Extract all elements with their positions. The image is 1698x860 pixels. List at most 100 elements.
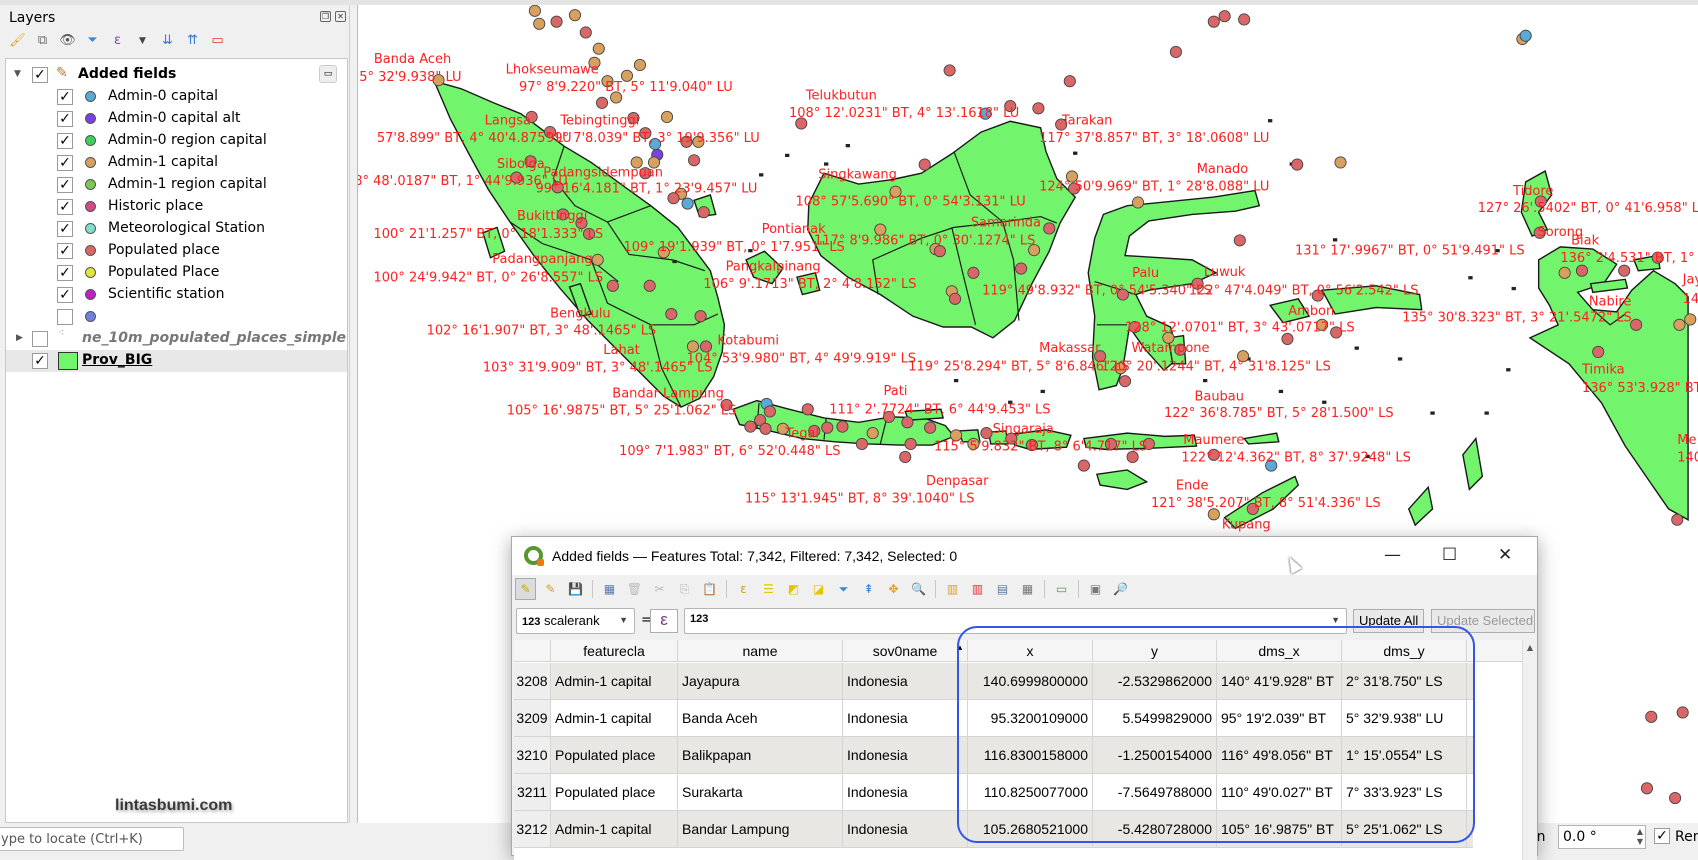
place-point[interactable] xyxy=(901,416,914,429)
cell-sov0name[interactable]: Indonesia xyxy=(843,774,968,810)
place-point[interactable] xyxy=(1238,13,1251,26)
place-point[interactable] xyxy=(699,340,713,353)
field-select[interactable]: 123 scalerank ▼ xyxy=(516,608,635,634)
toggle-editing-icon[interactable]: ✎ xyxy=(515,578,536,600)
expression-button[interactable]: ε xyxy=(650,609,678,633)
legend-item[interactable]: ✓ Populated Place xyxy=(6,262,347,284)
place-point[interactable] xyxy=(1669,791,1682,805)
place-point[interactable] xyxy=(579,26,592,39)
conditional-formatting-icon[interactable]: ▦ xyxy=(1017,578,1038,600)
legend-item[interactable]: ✓ Admin-0 capital xyxy=(6,86,347,108)
float-panel-icon[interactable]: ❐ xyxy=(320,11,331,22)
place-point[interactable] xyxy=(568,9,582,22)
actions-icon[interactable]: ▣ xyxy=(1085,578,1106,600)
row-number[interactable]: 3208 xyxy=(514,663,551,699)
place-point[interactable] xyxy=(1671,513,1684,526)
legend-item[interactable]: ✓ Historic place xyxy=(6,196,347,218)
minimize-button[interactable]: — xyxy=(1384,545,1401,565)
place-point[interactable] xyxy=(855,437,868,451)
legend-checkbox[interactable]: ✓ xyxy=(57,111,73,127)
place-point[interactable] xyxy=(1043,222,1056,235)
select-by-expression-icon[interactable]: ε xyxy=(733,578,754,600)
place-point[interactable] xyxy=(836,420,849,433)
render-checkbox[interactable]: ✓ xyxy=(1654,828,1670,844)
legend-checkbox[interactable] xyxy=(57,309,73,325)
place-point[interactable] xyxy=(948,292,962,305)
close-panel-icon[interactable]: ✕ xyxy=(335,11,346,22)
legend-checkbox[interactable]: ✓ xyxy=(57,243,73,259)
place-point[interactable] xyxy=(1233,234,1246,247)
cell-featurecla[interactable]: Populated place xyxy=(551,774,678,810)
new-field-icon[interactable]: ▥ xyxy=(942,578,963,600)
place-point[interactable] xyxy=(918,158,931,171)
delete-field-icon[interactable]: ▥ xyxy=(967,578,988,600)
expression-filter-icon[interactable]: ε xyxy=(108,31,127,50)
legend-item[interactable]: ✓ Meteorological Station xyxy=(6,218,347,240)
place-point[interactable] xyxy=(1118,375,1132,388)
column-header-sov0name[interactable]: sov0name xyxy=(843,640,968,661)
expand-all-icon[interactable]: ⇊ xyxy=(158,31,177,50)
place-point[interactable] xyxy=(866,427,879,440)
legend-item[interactable]: ✓ Populated place xyxy=(6,240,347,262)
place-point[interactable] xyxy=(1032,102,1045,115)
cell-featurecla[interactable]: Admin-1 capital xyxy=(551,811,678,847)
place-point[interactable] xyxy=(1334,156,1347,169)
place-point[interactable] xyxy=(1640,782,1654,795)
cell-sov0name[interactable]: Indonesia xyxy=(843,663,968,699)
legend-item[interactable]: ✓ Scientific station xyxy=(6,284,347,306)
layer-ne-10m-populated-places[interactable]: ▶ ⁖ ne_10m_populated_places_simple xyxy=(6,326,347,350)
place-point[interactable] xyxy=(943,64,956,77)
row-number[interactable]: 3210 xyxy=(514,737,551,773)
row-number[interactable]: 3211 xyxy=(514,774,551,810)
vertical-scrollbar[interactable]: ▲ xyxy=(1522,640,1537,860)
scroll-up-icon[interactable]: ▲ xyxy=(1523,643,1537,652)
place-point[interactable] xyxy=(1015,262,1028,275)
filter-select-icon[interactable]: ⏷ xyxy=(833,578,854,600)
place-point[interactable] xyxy=(681,197,694,210)
place-point[interactable] xyxy=(801,403,814,416)
field-calculator-icon[interactable]: ▤ xyxy=(992,578,1013,600)
multi-edit-icon[interactable]: ✎ xyxy=(540,578,561,600)
place-point[interactable] xyxy=(1519,29,1532,42)
place-point[interactable] xyxy=(924,421,937,434)
legend-item[interactable]: ✓ Admin-0 capital alt xyxy=(6,108,347,130)
place-point[interactable] xyxy=(759,422,772,435)
place-point[interactable] xyxy=(967,266,980,279)
cell-name[interactable]: Surakarta xyxy=(678,774,843,810)
place-point[interactable] xyxy=(694,310,707,323)
zoom-to-selected-icon[interactable]: 🔍 xyxy=(908,578,929,600)
expand-arrow-icon[interactable]: ▶ xyxy=(16,333,23,343)
delete-feature-icon[interactable]: 🗑 xyxy=(624,578,645,600)
place-point[interactable] xyxy=(1676,706,1689,719)
cell-sov0name[interactable]: Indonesia xyxy=(843,700,968,736)
invert-selection-icon[interactable]: ◩ xyxy=(783,578,804,600)
place-point[interactable] xyxy=(660,110,674,124)
place-point[interactable] xyxy=(1618,264,1631,277)
place-point[interactable] xyxy=(591,253,604,266)
maximize-button[interactable]: ☐ xyxy=(1442,545,1457,565)
place-point[interactable] xyxy=(606,279,619,292)
move-selection-top-icon[interactable]: ⇞ xyxy=(858,578,879,600)
place-point[interactable] xyxy=(744,420,757,433)
layer-checkbox[interactable] xyxy=(32,331,48,347)
cell-name[interactable]: Jayapura xyxy=(678,663,843,699)
place-point[interactable] xyxy=(1291,158,1304,171)
column-header-name[interactable]: name xyxy=(678,640,843,661)
pan-to-selected-icon[interactable]: ✥ xyxy=(883,578,904,600)
place-point[interactable] xyxy=(1169,45,1182,59)
place-point[interactable] xyxy=(592,42,605,55)
remove-layer-icon[interactable]: ▭ xyxy=(208,31,227,50)
place-point[interactable] xyxy=(643,279,656,292)
cell-name[interactable]: Balikpapan xyxy=(678,737,843,773)
select-all-icon[interactable]: ☰ xyxy=(758,578,779,600)
cell-name[interactable]: Banda Aceh xyxy=(678,700,843,736)
legend-checkbox[interactable]: ✓ xyxy=(57,287,73,303)
place-point[interactable] xyxy=(697,206,710,219)
locator-search-input[interactable]: ype to locate (Ctrl+K) xyxy=(0,827,184,851)
legend-checkbox[interactable]: ✓ xyxy=(57,155,73,171)
layer-prov-big[interactable]: ✓ Prov_BIG xyxy=(6,350,347,372)
style-brush-icon[interactable]: 🖌 xyxy=(8,31,27,50)
legend-checkbox[interactable]: ✓ xyxy=(57,177,73,193)
place-point[interactable] xyxy=(533,17,546,30)
copy-icon[interactable]: ⎘ xyxy=(674,578,695,600)
